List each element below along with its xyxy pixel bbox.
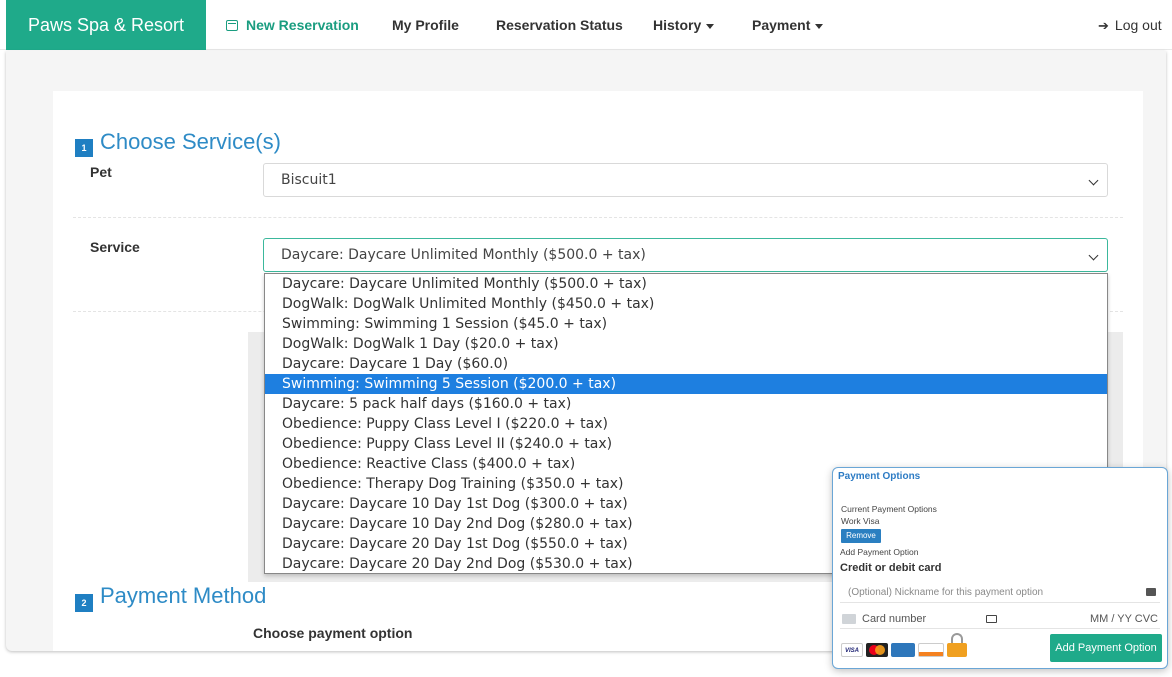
service-option[interactable]: Obedience: Puppy Class Level II ($240.0 …: [265, 434, 1107, 454]
popup-title: Payment Options: [838, 471, 921, 482]
nav-my-profile[interactable]: My Profile: [392, 0, 459, 50]
service-option[interactable]: Daycare: Daycare Unlimited Monthly ($500…: [265, 274, 1107, 294]
top-navbar: Paws Spa & Resort New Reservation My Pro…: [0, 0, 1172, 50]
current-options-label: Current Payment Options: [841, 504, 937, 514]
caret-down-icon: [815, 23, 824, 29]
add-option-label: Add Payment Option: [840, 547, 919, 557]
saved-payment-name: Work Visa: [841, 516, 880, 526]
service-option[interactable]: DogWalk: DogWalk Unlimited Monthly ($450…: [265, 294, 1107, 314]
card-icon: [1146, 588, 1156, 596]
service-option[interactable]: Obedience: Puppy Class Level I ($220.0 +…: [265, 414, 1107, 434]
caret-down-icon: [706, 23, 715, 29]
service-label: Service: [90, 239, 140, 255]
payment-method-title: Payment Method: [100, 583, 267, 608]
service-select[interactable]: Daycare: Daycare Unlimited Monthly ($500…: [263, 238, 1108, 272]
service-option[interactable]: DogWalk: DogWalk 1 Day ($20.0 + tax): [265, 334, 1107, 354]
card-heading: Credit or debit card: [840, 562, 942, 574]
mastercard-logo-icon: [866, 643, 888, 657]
divider: [73, 217, 1123, 218]
pet-label: Pet: [90, 164, 112, 180]
service-option-highlighted[interactable]: Swimming: Swimming 5 Session ($200.0 + t…: [265, 374, 1107, 394]
card-number-input[interactable]: Card number MM / YY CVC: [840, 609, 1160, 629]
calendar-icon: [226, 20, 238, 31]
visa-logo-icon: VISA: [841, 643, 863, 657]
lock-icon: [947, 633, 967, 657]
nickname-input[interactable]: (Optional) Nickname for this payment opt…: [840, 583, 1160, 603]
brand-logo[interactable]: Paws Spa & Resort: [6, 0, 206, 50]
logout-icon: ➔: [1098, 18, 1109, 33]
service-option[interactable]: Daycare: 5 pack half days ($160.0 + tax): [265, 394, 1107, 414]
credit-card-icon: [842, 614, 856, 624]
add-payment-option-button[interactable]: Add Payment Option: [1050, 634, 1162, 662]
nav-payment[interactable]: Payment: [752, 0, 824, 50]
step-2-badge: 2: [75, 594, 93, 612]
choose-services-title: Choose Service(s): [100, 129, 281, 154]
id-card-icon: [986, 615, 997, 623]
choose-payment-heading: Choose payment option: [253, 625, 413, 641]
chevron-down-icon: [1088, 250, 1099, 261]
nav-new-reservation[interactable]: New Reservation: [226, 0, 359, 50]
remove-button[interactable]: Remove: [841, 529, 881, 543]
service-option[interactable]: Daycare: Daycare 1 Day ($60.0): [265, 354, 1107, 374]
discover-logo-icon: [918, 643, 944, 657]
nav-reservation-status[interactable]: Reservation Status: [496, 0, 623, 50]
expiry-cvc-input[interactable]: MM / YY CVC: [1090, 609, 1158, 629]
nav-logout[interactable]: ➔ Log out: [1098, 0, 1162, 50]
nav-history[interactable]: History: [653, 0, 715, 50]
step-1-badge: 1: [75, 139, 93, 157]
amex-logo-icon: [891, 643, 915, 657]
pet-select[interactable]: Biscuit1: [263, 163, 1108, 197]
service-option[interactable]: Swimming: Swimming 1 Session ($45.0 + ta…: [265, 314, 1107, 334]
chevron-down-icon: [1088, 175, 1099, 186]
payment-options-popup: Payment Options Current Payment Options …: [832, 467, 1168, 669]
